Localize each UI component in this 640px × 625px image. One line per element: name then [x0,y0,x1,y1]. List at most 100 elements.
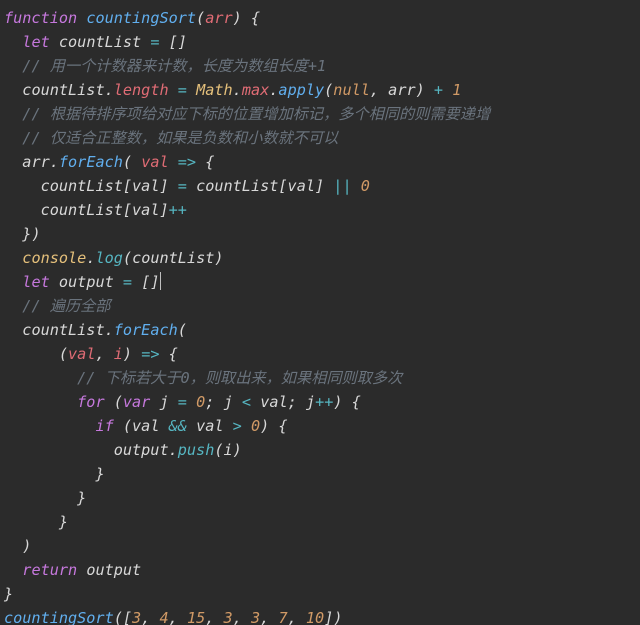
code-editor[interactable]: function countingSort(arr) { let countLi… [0,0,640,625]
keyword-return: return [22,561,77,579]
paren: ) [22,537,31,555]
brackets: [] [141,273,159,291]
code-line: (val, i) => { [4,345,178,363]
code-line: // 下标若大于0，则取出来，如果相同则取多次 [4,369,402,387]
code-line: // 仅适合正整数，如果是负数和小数就不可以 [4,129,338,147]
identifier: val [132,177,159,195]
operator: ++ [315,393,333,411]
comment: // 根据待排序项给对应下标的位置增加标记，多个相同的则需要递增 [22,105,490,123]
operator: && [169,417,187,435]
identifier: countList [22,321,104,339]
brace: } [4,585,13,603]
function-name: countingSort [86,9,196,27]
identifier: i [224,441,233,459]
object-math: Math [196,81,233,99]
number: 3 [224,609,233,625]
operator: || [333,177,351,195]
identifier: j [306,393,315,411]
identifier: countList [196,177,278,195]
method-call: push [178,441,215,459]
keyword-var: var [123,393,150,411]
identifier: output [114,441,169,459]
number: 15 [187,609,205,625]
identifier: countList [22,81,104,99]
operator: = [178,393,187,411]
number: 0 [251,417,260,435]
number: 3 [132,609,141,625]
property: length [114,81,169,99]
code-line: function countingSort(arr) { [4,9,260,27]
identifier: countList [132,249,214,267]
method-call: forEach [114,321,178,339]
brackets: [] [169,33,187,51]
code-line: countList.forEach( [4,321,187,339]
code-line: return output [4,561,141,579]
keyword-for: for [77,393,104,411]
identifier: output [86,561,141,579]
keyword-function: function [4,9,77,27]
comment: // 用一个计数器来计数，长度为数组长度+1 [22,57,326,75]
text-cursor [160,272,161,290]
code-line: for (var j = 0; j < val; j++) { [4,393,361,411]
keyword-let: let [22,33,49,51]
number: 0 [361,177,370,195]
operator: + [434,81,443,99]
number: 10 [306,609,324,625]
function-call: countingSort [4,609,114,625]
param-arr: arr [205,9,232,27]
code-line: } [4,585,13,603]
property: max [242,81,269,99]
number: 7 [278,609,287,625]
code-line: countList[val] = countList[val] || 0 [4,177,370,195]
brace: } [59,513,68,531]
identifier: val [132,417,159,435]
null-literal: null [333,81,370,99]
code-line: let countList = [] [4,33,187,51]
operator: < [242,393,251,411]
code-line: arr.forEach( val => { [4,153,214,171]
identifier: arr [22,153,49,171]
code-line: // 根据待排序项给对应下标的位置增加标记，多个相同的则需要递增 [4,105,490,123]
brace: } [77,489,86,507]
number: 3 [251,609,260,625]
identifier: arr [388,81,415,99]
code-line: console.log(countList) [4,249,224,267]
code-line: countingSort([3, 4, 15, 3, 3, 7, 10]) [4,609,342,625]
method-call: apply [278,81,324,99]
identifier: output [59,273,114,291]
code-line: let output = [] [4,273,161,291]
code-line: if (val && val > 0) { [4,417,288,435]
code-line: } [4,465,105,483]
code-line: countList[val]++ [4,201,187,219]
object-console: console [22,249,86,267]
identifier: countList [41,177,123,195]
code-line: // 用一个计数器来计数，长度为数组长度+1 [4,57,326,75]
param: i [114,345,123,363]
operator: = [123,273,132,291]
operator: ++ [169,201,187,219]
brace: } [95,465,104,483]
code-line: output.push(i) [4,441,242,459]
comment: // 遍历全部 [22,297,110,315]
method-call: forEach [59,153,123,171]
identifier: val [260,393,287,411]
identifier: val [196,417,223,435]
identifier: j [159,393,168,411]
identifier: j [224,393,233,411]
comment: // 下标若大于0，则取出来，如果相同则取多次 [77,369,402,387]
identifier: val [288,177,315,195]
operator: = [178,81,187,99]
operator: = [150,33,159,51]
identifier: countList [59,33,141,51]
method-call: log [95,249,122,267]
code-line: } [4,489,86,507]
number: 0 [196,393,205,411]
param: val [141,153,168,171]
identifier: val [132,201,159,219]
code-line: } [4,513,68,531]
code-line: ) [4,537,31,555]
param: val [68,345,95,363]
brace: }) [22,225,40,243]
code-line: countList.length = Math.max.apply(null, … [4,81,461,99]
number: 4 [159,609,168,625]
